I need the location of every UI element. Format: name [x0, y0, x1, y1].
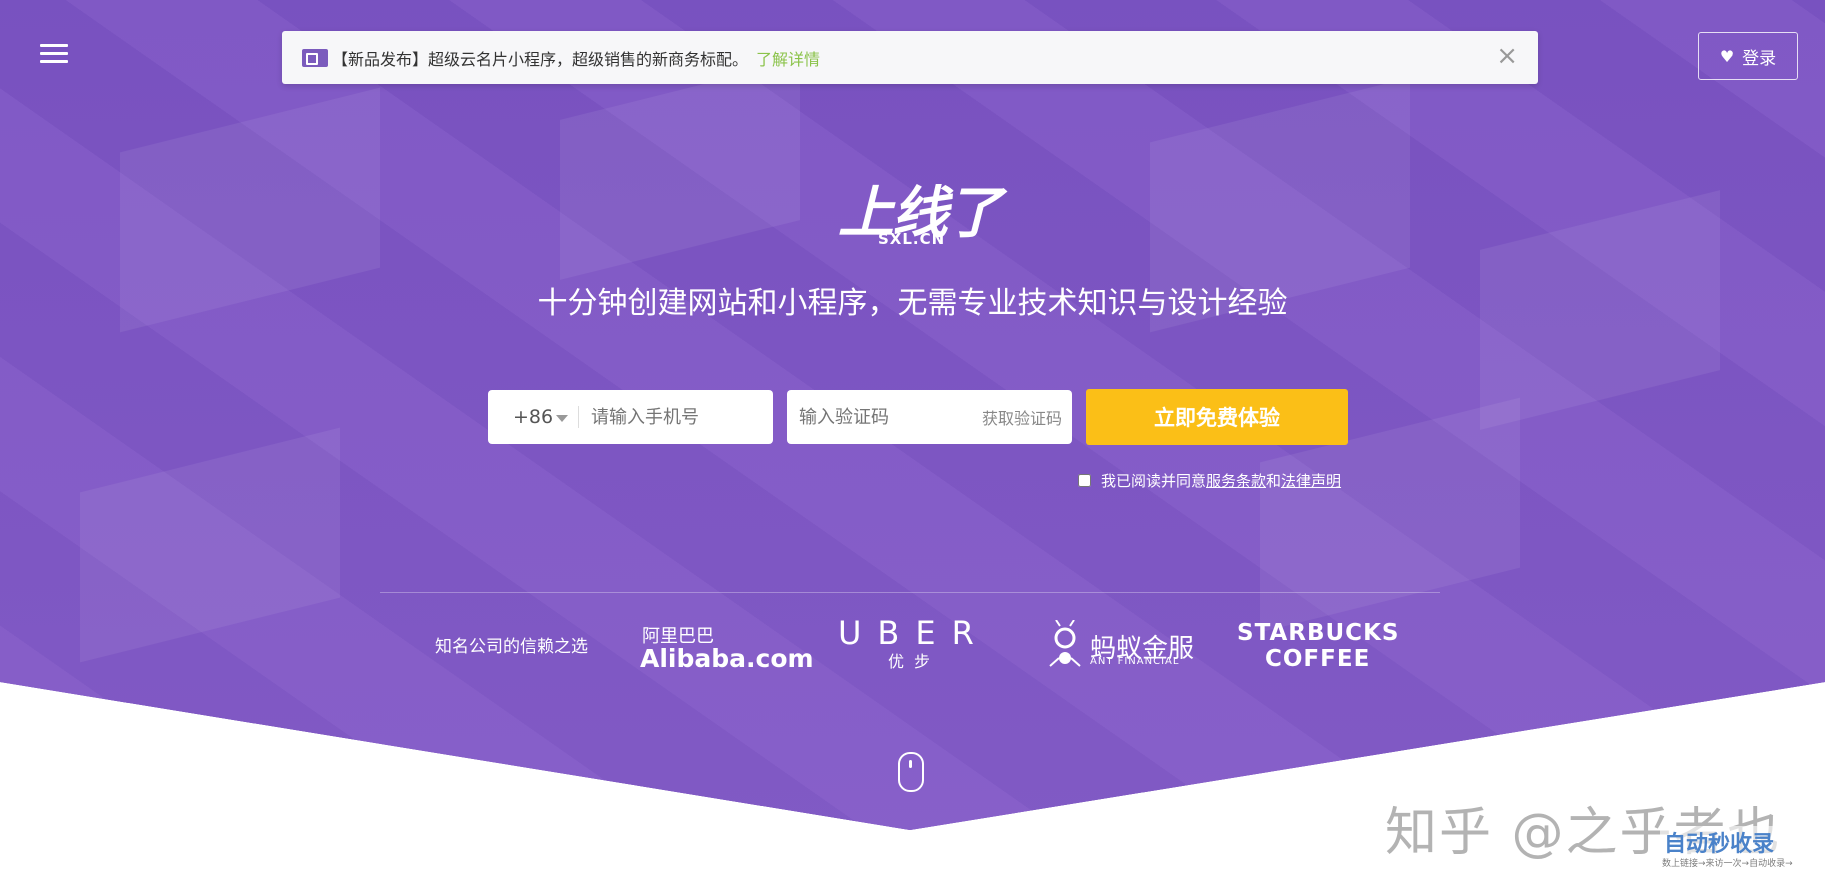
login-label: 登录	[1742, 48, 1777, 69]
bg-tile	[560, 60, 800, 280]
watermark-logo: 自动秒收录	[1660, 826, 1779, 858]
card-icon	[302, 48, 328, 67]
agreement-row: 我已阅读并同意 服务条款 和 法律声明	[1078, 470, 1341, 491]
uber-logo-en: UBER	[838, 614, 990, 652]
watermark-subtext: 数上链接→来访一次→自动收录→	[1662, 859, 1793, 869]
menu-icon[interactable]	[40, 44, 68, 66]
scroll-down-mouse-icon[interactable]	[898, 752, 924, 792]
phone-input-group: +86	[488, 390, 773, 444]
legal-link[interactable]: 法律声明	[1281, 470, 1341, 491]
notice-learn-more-link[interactable]: 了解详情	[756, 46, 820, 70]
uber-logo-cn: 优步	[888, 652, 941, 671]
verification-code-input[interactable]	[787, 396, 961, 438]
alibaba-logo-en: Alibaba.com	[640, 644, 814, 673]
starbucks-logo-line1: STARBUCKS	[1237, 620, 1400, 646]
page-title: 十分钟创建网站和小程序，无需专业技术知识与设计经验	[537, 286, 1288, 321]
terms-link[interactable]: 服务条款	[1206, 470, 1266, 491]
country-code-value: +86	[512, 406, 554, 428]
notice-text: 超级云名片小程序，超级销售的新商务标配。	[428, 49, 749, 69]
and-text: 和	[1266, 472, 1282, 490]
logo-sub: SXL.CN	[878, 230, 946, 248]
login-button[interactable]: ♥ 登录	[1698, 32, 1798, 80]
divider	[380, 592, 1440, 593]
starbucks-logo-line2: COFFEE	[1265, 646, 1371, 672]
free-trial-button[interactable]: 立即免费体验	[1086, 389, 1348, 445]
notice-bar: 【新品发布】 超级云名片小程序，超级销售的新商务标配。 了解详情 ×	[282, 31, 1538, 84]
trust-label: 知名公司的信赖之选	[435, 637, 588, 657]
ant-icon	[1049, 620, 1081, 667]
bg-tile	[80, 427, 340, 663]
chevron-down-icon	[556, 415, 568, 422]
agree-text: 我已阅读并同意	[1101, 472, 1207, 490]
phone-input[interactable]	[579, 396, 763, 438]
close-icon[interactable]: ×	[1496, 43, 1518, 69]
ant-financial-logo-en: ANT FINANCIAL	[1090, 656, 1180, 667]
agree-checkbox[interactable]	[1078, 474, 1091, 487]
notice-tag: 【新品发布】	[332, 49, 429, 69]
get-code-button[interactable]: 获取验证码	[982, 405, 1062, 429]
country-code-select[interactable]: +86	[488, 406, 579, 428]
hero-section: 【新品发布】 超级云名片小程序，超级销售的新商务标配。 了解详情 × ♥ 登录 …	[0, 0, 1825, 894]
heart-icon: ♥	[1719, 46, 1735, 66]
code-input-group: 获取验证码	[787, 390, 1072, 444]
